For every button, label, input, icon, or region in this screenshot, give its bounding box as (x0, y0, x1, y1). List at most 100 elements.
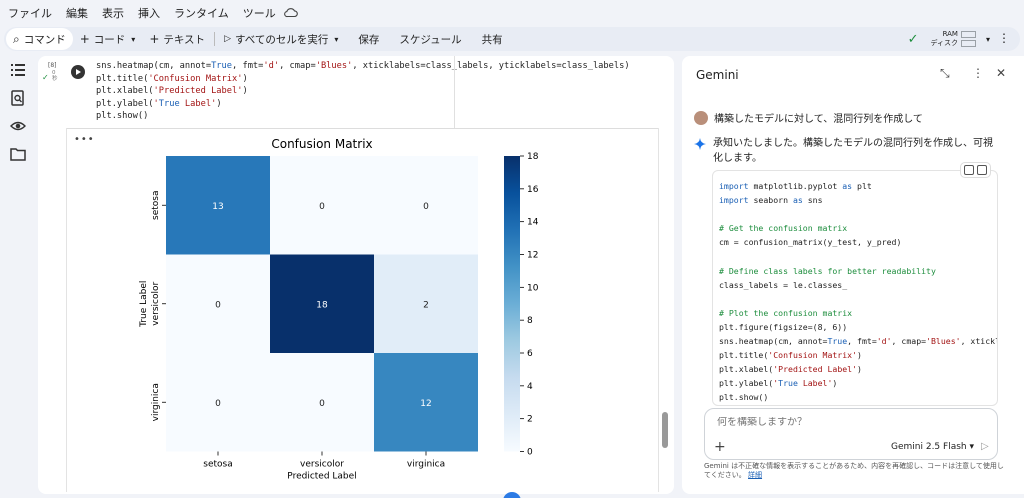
send-icon[interactable]: ▷ (981, 441, 989, 452)
code-line: class_labels = le.classes_ (719, 279, 848, 290)
code-line: import seaborn as sns (719, 195, 823, 206)
chevron-down-icon[interactable]: ▾ (131, 35, 135, 44)
gemini-panel: Gemini ⤡ ⋮ ✕ 構築したモデルに対して、混同行列を作成して 承知いたし… (682, 56, 1024, 494)
output-border-right (658, 128, 659, 492)
cloud-save-icon[interactable] (283, 8, 298, 18)
check-icon: ✓ (42, 73, 49, 82)
disk-label: ディスク (930, 39, 958, 47)
execution-time: 0 秒 (52, 70, 58, 82)
y-tick-label: virginica (151, 383, 161, 421)
check-icon: ✓ (907, 31, 919, 47)
play-icon: ▷ (224, 34, 231, 44)
snippet-code: import matplotlib.pyplot as plt import se… (719, 179, 998, 405)
disclaimer: Gemini は不正確な情報を表示することがあるため、内容を再確認し、コードは注… (704, 462, 1004, 479)
folder-icon (10, 148, 26, 161)
prompt-input[interactable] (717, 417, 977, 428)
more-vert-icon[interactable]: ⋮ (972, 66, 984, 80)
add-text-button[interactable]: + テキスト (142, 28, 212, 50)
x-tick-label: versicolor (300, 460, 344, 470)
close-icon[interactable]: ✕ (996, 66, 1006, 80)
files-button[interactable] (0, 140, 36, 168)
colorbar-tick-label: 14 (527, 218, 539, 228)
menu-bar: ファイル 編集 表示 挿入 ランタイム ツール (0, 0, 1024, 26)
y-tick-label: setosa (151, 191, 161, 220)
save-button[interactable]: 保存 (351, 28, 386, 50)
add-cell-icon[interactable] (964, 165, 974, 175)
output-border-left (66, 128, 67, 492)
eye-icon (10, 121, 26, 131)
avatar (694, 110, 708, 125)
cell-gutter: [8] ✓ 0 秒 (38, 56, 66, 128)
add-attachment-icon[interactable]: + (714, 439, 726, 455)
code-line: # Plot the confusion matrix (719, 307, 853, 318)
x-tick-label: setosa (203, 460, 232, 470)
cell-value-label: 13 (212, 202, 223, 212)
ram-label: RAM (942, 30, 958, 38)
scrollbar[interactable] (662, 412, 668, 448)
variables-button[interactable] (0, 112, 36, 140)
code-editor[interactable]: sns.heatmap(cm, annot=True, fmt='d', cma… (96, 60, 656, 123)
add-code-button[interactable]: + コード ▾ (73, 28, 143, 50)
y-tick-label: versicolor (151, 281, 161, 325)
ruler-line (454, 56, 455, 128)
command-palette-button[interactable]: ⌕ コマンド (6, 28, 73, 50)
more-vert-icon[interactable]: ⋮ (998, 31, 1010, 45)
colorbar-tick-label: 18 (527, 152, 539, 162)
colorbar-tick-label: 2 (527, 415, 533, 425)
cell-value-label: 0 (423, 202, 429, 212)
colorbar-tick-label: 6 (527, 349, 533, 359)
toolbar: ⌕ コマンド + コード ▾ + テキスト ▷ すべてのセルを実行 ▾ 保存 ス… (4, 27, 1020, 51)
menu-edit[interactable]: 編集 (66, 5, 88, 21)
code-line: plt.xlabel('Predicted Label') (719, 364, 862, 375)
chart-title: Confusion Matrix (271, 137, 372, 151)
code-line: sns.heatmap(cm, annot=True, fmt='d', cma… (719, 336, 998, 347)
code-line: # Get the confusion matrix (719, 223, 848, 234)
code-line: # Define class labels for better readabi… (719, 265, 936, 276)
confusion-matrix-chart: Confusion Matrix 13 0 0 0 18 2 0 0 12 setosa setosa… (139, 137, 539, 482)
chevron-down-icon[interactable]: ▾ (334, 35, 338, 44)
cell-value-label: 0 (215, 399, 221, 409)
disk-meter (960, 40, 976, 47)
resource-indicator[interactable]: ✓ RAM ディスク ▾ (908, 27, 990, 51)
menu-view[interactable]: 表示 (102, 5, 124, 21)
cell-value-label: 0 (215, 300, 221, 310)
execution-count: [8] (48, 62, 57, 69)
chevron-down-icon[interactable]: ▾ (986, 35, 990, 44)
cell-value-label: 18 (316, 300, 328, 310)
details-link[interactable]: 詳細 (748, 471, 762, 479)
x-axis-label: Predicted Label (287, 472, 356, 482)
share-button[interactable]: 共有 (475, 28, 510, 50)
collapse-icon[interactable]: ⤡ (940, 66, 950, 81)
code-line: plt.figure(figsize=(8, 6)) (719, 321, 848, 332)
x-tick-label: virginica (407, 460, 445, 470)
output-separator (66, 128, 658, 129)
left-sidebar (0, 56, 36, 498)
menu-insert[interactable]: 挿入 (138, 5, 160, 21)
colorbar-tick-label: 16 (527, 185, 539, 195)
output-menu-icon[interactable]: ••• (74, 134, 95, 145)
schedule-button[interactable]: スケジュール (392, 28, 468, 50)
colorbar-tick-label: 8 (527, 316, 533, 326)
notebook-area: [8] ✓ 0 秒 sns.heatmap(cm, annot=True, fm… (38, 56, 674, 494)
plus-icon: + (79, 32, 90, 46)
snippet-actions (960, 162, 991, 178)
run-cell-button[interactable] (71, 65, 85, 79)
run-all-button[interactable]: ▷ すべてのセルを実行 ▾ (217, 28, 345, 50)
find-button[interactable] (0, 84, 36, 112)
code-line: cm = confusion_matrix(y_test, y_pred) (719, 237, 902, 248)
model-selector[interactable]: Gemini 2.5 Flash ▾ (891, 442, 974, 452)
menu-file[interactable]: ファイル (8, 5, 52, 21)
colorbar-tick-label: 10 (527, 283, 539, 293)
code-line: plt.ylabel('True Label') (719, 378, 838, 389)
menu-tools[interactable]: ツール (243, 5, 276, 21)
toc-button[interactable] (0, 56, 36, 84)
find-in-page-icon (11, 90, 24, 106)
copy-icon[interactable] (977, 165, 987, 175)
user-message: 構築したモデルに対して、混同行列を作成して (694, 110, 923, 125)
menu-runtime[interactable]: ランタイム (174, 5, 229, 21)
code-snippet[interactable]: import matplotlib.pyplot as plt import se… (712, 170, 998, 406)
list-icon (11, 64, 25, 76)
